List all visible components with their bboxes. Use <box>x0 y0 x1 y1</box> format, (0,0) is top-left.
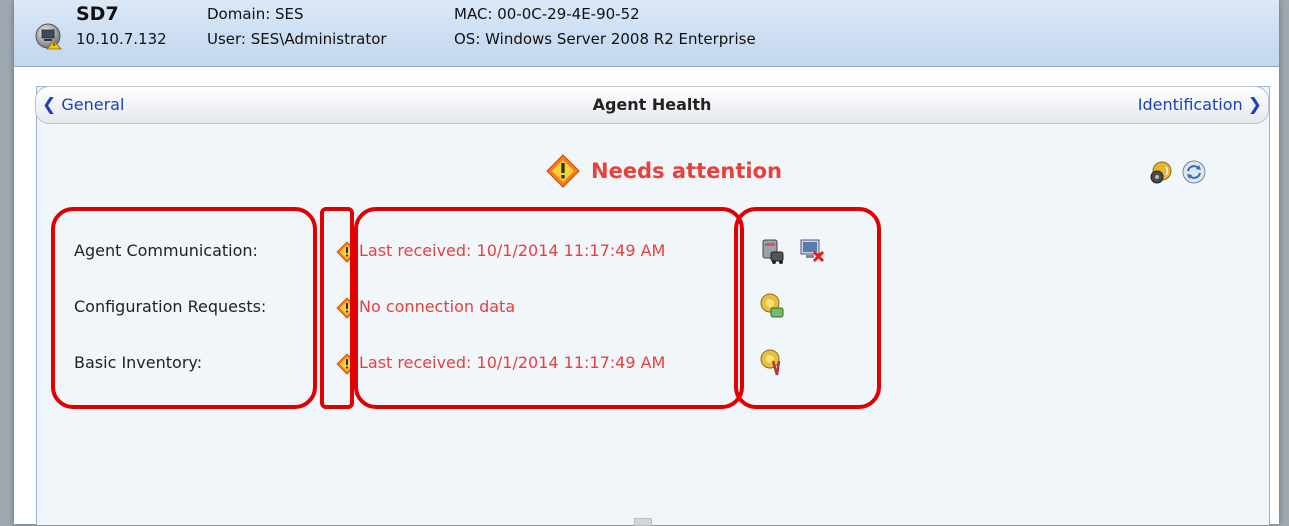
highlight-values <box>354 207 744 409</box>
os-text: OS: Windows Server 2008 R2 Enterprise <box>454 30 756 48</box>
highlight-status-icons <box>320 207 354 409</box>
section-title: Agent Health <box>592 95 712 114</box>
mac-text: MAC: 00-0C-29-4E-90-52 <box>454 5 640 23</box>
user-text: User: SES\Administrator <box>207 30 387 48</box>
domain-text: Domain: SES <box>207 5 304 23</box>
computer-status-icon <box>35 23 62 50</box>
highlight-actions <box>734 207 881 409</box>
health-status: Needs attention <box>545 153 782 189</box>
agent-health-panel: ❮ General Agent Health Identification ❯ … <box>35 86 1270 525</box>
agent-health-window: SD7 10.10.7.132 Domain: SES User: SES\Ad… <box>14 0 1279 526</box>
computer-ip: 10.10.7.132 <box>76 30 167 48</box>
warning-diamond-icon <box>546 154 580 188</box>
chevron-right-icon: ❯ <box>1247 95 1262 115</box>
section-navbar: ❮ General Agent Health Identification ❯ <box>35 86 1269 124</box>
highlight-labels <box>51 207 317 409</box>
resize-grip[interactable] <box>634 518 652 526</box>
status-text: Needs attention <box>591 159 782 183</box>
computer-header: SD7 10.10.7.132 Domain: SES User: SES\Ad… <box>14 0 1279 67</box>
agent-settings-icon[interactable] <box>1147 158 1175 186</box>
nav-next-identification[interactable]: Identification ❯ <box>1138 95 1262 115</box>
computer-name: SD7 <box>76 3 119 25</box>
refresh-icon[interactable] <box>1180 158 1208 186</box>
nav-next-label: Identification <box>1137 95 1243 114</box>
